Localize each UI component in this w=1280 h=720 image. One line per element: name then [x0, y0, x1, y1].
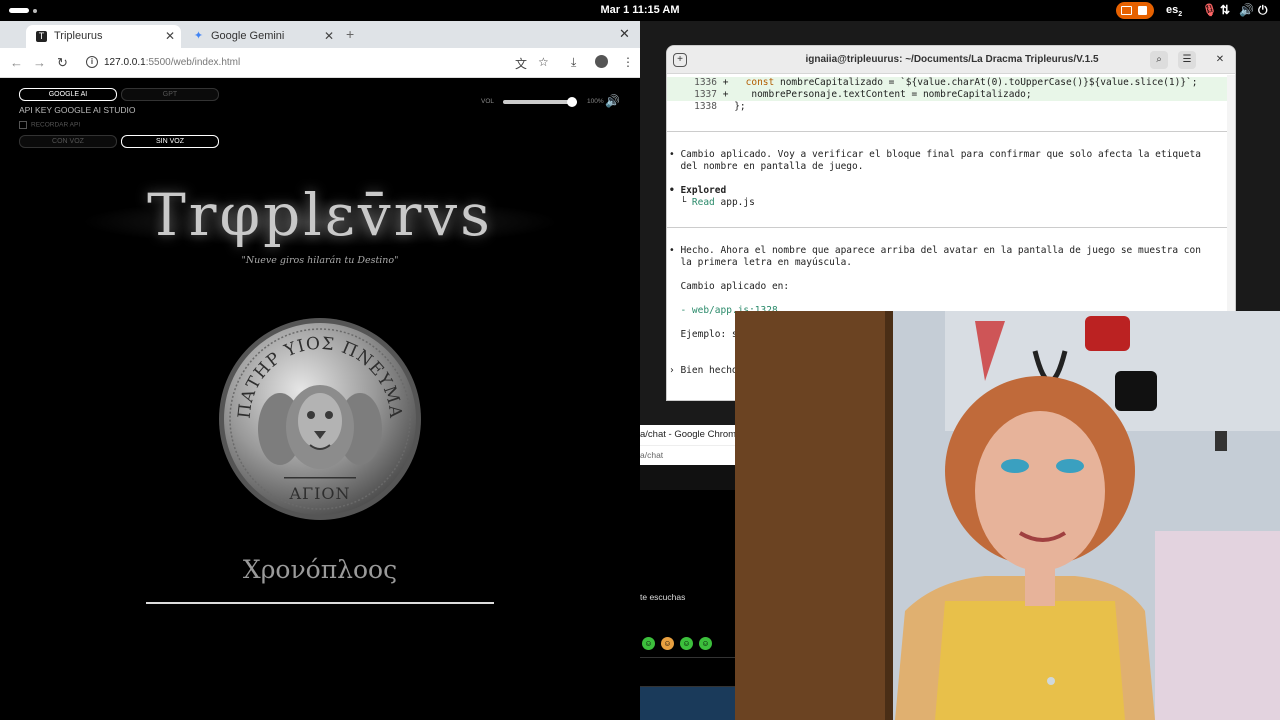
- wooden-door: [735, 311, 885, 720]
- tab-gemini[interactable]: ✦ Google Gemini ✕: [183, 25, 340, 48]
- diff-line: 1338 };: [694, 101, 746, 112]
- message-line: Cambio aplicado en:: [669, 281, 790, 292]
- bookmark-star-icon[interactable]: ☆: [538, 55, 549, 69]
- person-face: [975, 411, 1105, 571]
- system-top-bar: Mar 1 11:15 AM es2 🎙 ⇅ 🔊 ⏻: [0, 0, 1280, 21]
- remember-api-checkbox[interactable]: RECORDAR API: [19, 121, 80, 129]
- chat-message-fragment: te escuchas: [640, 592, 686, 602]
- hamburger-menu-icon[interactable]: ☰: [1178, 51, 1196, 69]
- separator: [667, 227, 1227, 228]
- forward-icon[interactable]: →: [33, 55, 46, 70]
- network-icon[interactable]: ⇅: [1220, 3, 1230, 17]
- url-text[interactable]: 127.0.0.1:5500/web/index.html: [104, 57, 240, 68]
- tagline: "Nueve giros hilarán tu Destino": [241, 255, 399, 266]
- prompt-input[interactable]: › Bien hecho: [669, 365, 738, 376]
- close-tab-icon[interactable]: ✕: [165, 29, 175, 43]
- desktop: Mar 1 11:15 AM es2 🎙 ⇅ 🔊 ⏻ T Tripleurus …: [0, 0, 1280, 720]
- address-bar[interactable]: i 127.0.0.1:5500/web/index.html: [78, 52, 508, 74]
- webcam-overlay: [735, 311, 1280, 720]
- message-line: Ejemplo: s: [669, 329, 738, 340]
- close-tab-icon[interactable]: ✕: [324, 29, 334, 43]
- reload-icon[interactable]: ↻: [57, 55, 68, 71]
- sin-voz-button[interactable]: SIN VOZ: [121, 135, 219, 148]
- game-logo-title: Trφplεv̄rvs: [147, 181, 493, 249]
- power-icon[interactable]: ⏻: [1258, 3, 1268, 18]
- speaker-icon[interactable]: 🔊: [605, 94, 620, 108]
- window-bottom-edge: [640, 687, 736, 720]
- message-line: la primera letra en mayúscula.: [669, 257, 853, 268]
- tripleurus-page: GOOGLE AI GPT API KEY GOOGLE AI STUDIO R…: [0, 79, 640, 720]
- three-faces-relief: [258, 385, 382, 469]
- green-emoji-icon[interactable]: ☺: [680, 637, 693, 650]
- coin-emblem: ΠΑΤΗΡ ΥΙΟΣ ΠΝΕΥΜΑ ΑΓΙΟΝ: [219, 318, 421, 520]
- chrome-menu-icon[interactable]: ⋮: [622, 55, 634, 69]
- browser-toolbar: ← → ↻ i 127.0.0.1:5500/web/index.html 文 …: [0, 48, 640, 78]
- volume-slider-knob[interactable]: [567, 97, 577, 107]
- message-line: • Cambio aplicado. Voy a verificar el bl…: [669, 149, 1201, 160]
- new-tab-icon[interactable]: +: [346, 26, 354, 42]
- download-icon[interactable]: ⤓: [571, 55, 576, 70]
- volume-slider[interactable]: [503, 97, 577, 107]
- orange-emoji-icon[interactable]: ☺: [661, 637, 674, 650]
- volume-icon[interactable]: 🔊: [1239, 3, 1254, 17]
- explored-item: └ Read app.js: [669, 197, 755, 208]
- close-icon[interactable]: ✕: [1211, 51, 1229, 69]
- green-emoji-icon[interactable]: ☺: [642, 637, 655, 650]
- tripleurus-favicon: T: [36, 31, 47, 42]
- tab-title: Tripleurus: [54, 30, 103, 42]
- tab-tripleurus[interactable]: T Tripleurus ✕: [26, 25, 181, 48]
- search-icon[interactable]: ⌕: [1150, 51, 1168, 69]
- separator: [667, 131, 1227, 132]
- site-info-icon[interactable]: i: [86, 56, 98, 68]
- message-line: del nombre en pantalla de juego.: [669, 161, 864, 172]
- gpt-button[interactable]: GPT: [121, 88, 219, 101]
- green-emoji-icon[interactable]: ☺: [699, 637, 712, 650]
- screencast-icon: [1121, 6, 1132, 15]
- name-underline: [146, 602, 494, 604]
- window-close-icon[interactable]: ✕: [619, 26, 630, 42]
- tab-title: Google Gemini: [211, 30, 285, 42]
- con-voz-button[interactable]: CON VOZ: [19, 135, 117, 148]
- volume-label: VOL: [481, 98, 495, 105]
- profile-avatar-icon[interactable]: [595, 55, 608, 68]
- diff-line: 1336 + const nombreCapitalizado = `${val…: [667, 77, 1227, 89]
- tab-strip: T Tripleurus ✕ ✦ Google Gemini ✕ + ✕: [0, 21, 640, 48]
- diff-line: 1337 + nombrePersonaje.textContent = nom…: [667, 89, 1227, 101]
- chat-header: [640, 465, 736, 490]
- coin-bottom-inscription: ΑΓΙΟΝ: [288, 484, 350, 503]
- checkbox-icon[interactable]: [19, 121, 27, 129]
- back-icon[interactable]: ←: [10, 55, 23, 70]
- translate-icon[interactable]: 文: [515, 55, 527, 72]
- background-window-title[interactable]: a/chat - Google Chrome: [640, 425, 736, 445]
- remember-api-label: RECORDAR API: [31, 121, 81, 129]
- character-name: Χρονόπλοος: [242, 555, 398, 584]
- gemini-icon: ✦: [193, 30, 204, 42]
- background-browser-window[interactable]: a/chat - Google Chrome a/chat te escucha…: [640, 425, 736, 720]
- message-line: • Hecho. Ahora el nombre que aparece arr…: [669, 245, 1201, 256]
- clock[interactable]: Mar 1 11:15 AM: [0, 4, 1280, 16]
- google-ai-button[interactable]: GOOGLE AI: [19, 88, 117, 101]
- terminal-titlebar: + ignaiia@tripleuurus: ~/Documents/La Dr…: [667, 46, 1235, 74]
- browser-window: T Tripleurus ✕ ✦ Google Gemini ✕ + ✕ ← →…: [0, 21, 640, 720]
- keyboard-layout-indicator[interactable]: es2: [1166, 4, 1182, 18]
- background-window-url[interactable]: a/chat: [640, 445, 736, 465]
- explored-label: • Explored: [669, 185, 727, 196]
- stop-recording-icon[interactable]: [1138, 6, 1147, 15]
- chat-input-area[interactable]: [640, 657, 736, 687]
- microphone-icon[interactable]: 🎙: [1202, 3, 1217, 17]
- volume-percent: 100%: [587, 98, 604, 105]
- screen-recording-indicator[interactable]: [1116, 2, 1154, 19]
- api-key-label: API KEY GOOGLE AI STUDIO: [19, 105, 136, 115]
